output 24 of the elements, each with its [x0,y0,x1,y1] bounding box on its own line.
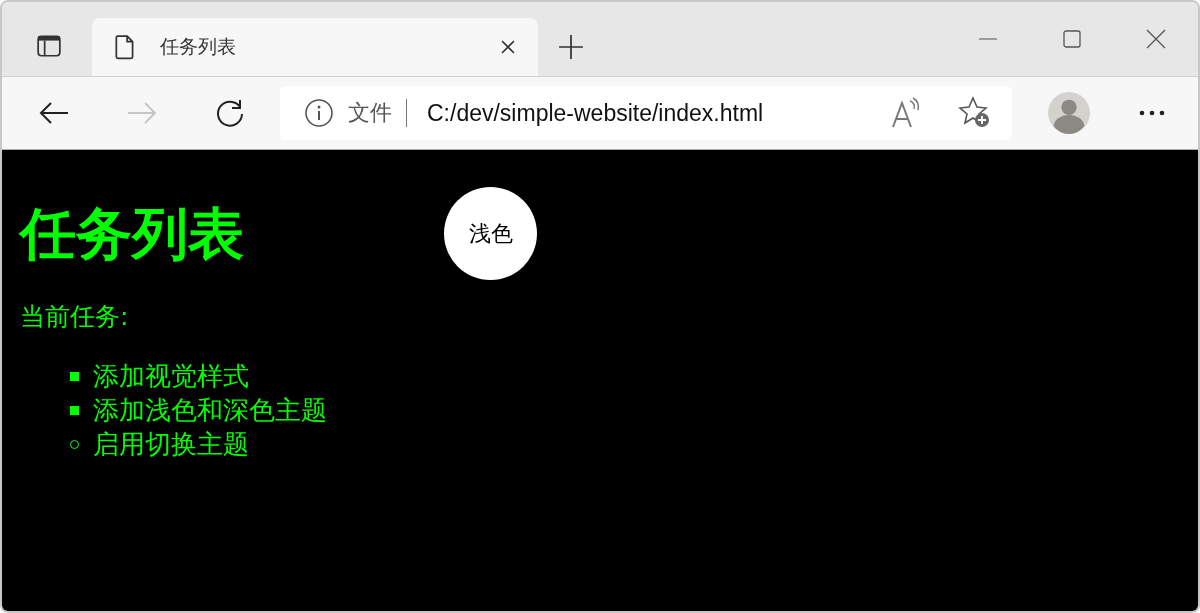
star-plus-icon[interactable] [958,96,992,130]
security-label: 文件 [348,99,392,127]
address-bar[interactable]: 文件 C:/dev/simple-website/index.html [280,86,1012,140]
task-text: 启用切换主题 [93,427,249,461]
browser-tab[interactable]: 任务列表 [92,18,538,76]
tab-actions-icon[interactable] [36,33,62,59]
url-text: C:/dev/simple-website/index.html [427,99,764,127]
read-aloud-icon[interactable] [890,97,922,129]
close-icon[interactable] [500,39,516,55]
task-text: 添加浅色和深色主题 [93,393,327,427]
document-icon [114,34,136,60]
profile-avatar-icon[interactable] [1048,92,1090,134]
tab-title: 任务列表 [160,34,237,59]
maximize-icon[interactable] [1062,29,1082,49]
close-icon[interactable] [1146,29,1166,49]
subheading: 当前任务: [20,301,130,333]
more-options-icon[interactable] [1138,109,1166,117]
new-tab-icon[interactable] [558,34,584,60]
back-arrow-icon[interactable] [38,101,70,125]
refresh-icon[interactable] [214,97,246,129]
page-heading: 任务列表 [20,199,244,268]
info-icon[interactable] [304,98,334,128]
theme-toggle-button[interactable]: 浅色 [444,187,537,280]
task-text: 添加视觉样式 [93,359,249,393]
